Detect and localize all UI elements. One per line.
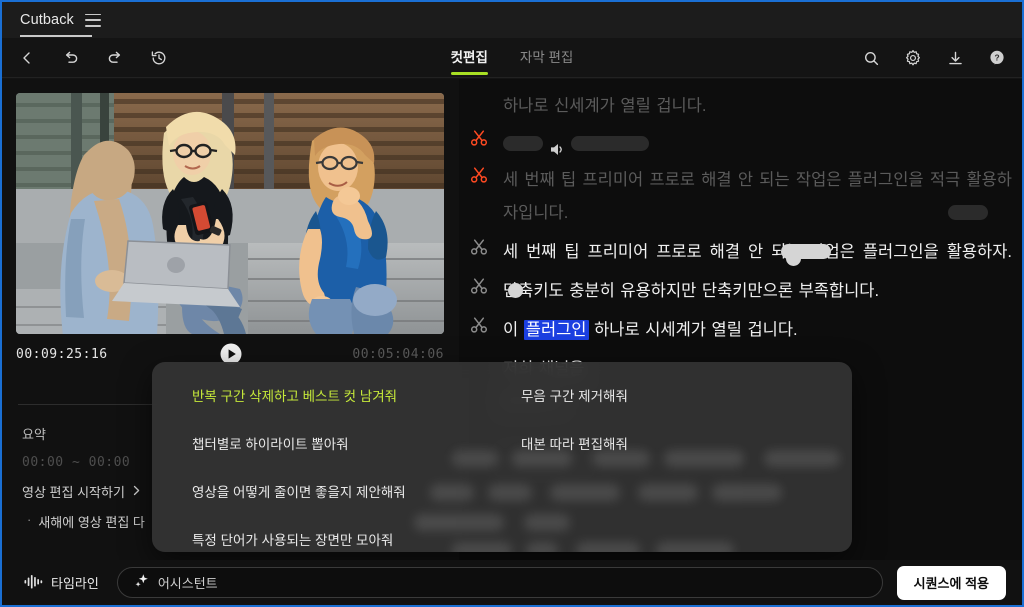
tab-subtitle-edit[interactable]: 자막 편집 <box>520 46 573 70</box>
bottom-bar: 타임라인 어시스턴트 시퀀스에 적용 <box>2 560 1022 605</box>
app-title: Cutback <box>20 12 74 28</box>
title-bar: Cutback <box>2 2 1022 38</box>
transcript-segment-prefix: 이 <box>503 321 524 339</box>
title-underline <box>20 35 92 37</box>
redacted-pill <box>948 205 988 221</box>
suggestion-item[interactable]: 특정 단어가 사용되는 장면만 모아줘 <box>178 524 497 552</box>
tab-cut-edit[interactable]: 컷편집 <box>450 46 489 75</box>
search-icon[interactable] <box>860 47 882 69</box>
scissors-icon[interactable] <box>465 79 493 123</box>
suggestion-item[interactable]: 영상을 어떻게 줄이면 좋을지 제안해줘 <box>178 476 497 506</box>
suggestion-item[interactable]: 대본 따라 편집해줘 <box>507 428 826 458</box>
transcript-line[interactable]: 이 플러그인 하나로 시세계가 열릴 겁니다. <box>465 312 1012 349</box>
assistant-suggestions-popup[interactable]: 반복 구간 삭제하고 베스트 컷 남겨줘 무음 구간 제거해줘 챕터별로 하이라… <box>152 362 852 552</box>
video-frame-image <box>16 93 444 334</box>
transcript-line[interactable] <box>465 125 1012 162</box>
transcript-line[interactable]: 가 하나로 신세계가 열릴 겁니다. <box>465 79 1012 125</box>
transcript-text-body <box>503 127 1012 160</box>
transcript-segment-suffix: 하나로 시세계가 열릴 겁니다. <box>588 321 798 339</box>
audio-icon <box>549 136 566 156</box>
transcript-line-text: 세 번째 팁 프리미어 프로로 해결 안 되는 작업은 플러그인을 적극 활용하… <box>503 171 1012 222</box>
suggestion-item-empty <box>507 524 826 552</box>
transcript-redacted-row <box>503 127 1012 160</box>
transcript-text-body: 가 하나로 신세계가 열릴 겁니다. <box>503 79 1012 123</box>
transcript-line-text: 세 번째 팁 프리미어 프로로 해결 안 되는 작업은 플러그인을 활용하자. <box>503 243 1012 261</box>
bullet-dot-icon: · <box>27 512 32 527</box>
redacted-pill <box>571 136 650 152</box>
hamburger-icon[interactable] <box>84 13 101 27</box>
assistant-input[interactable]: 어시스턴트 <box>116 567 883 598</box>
transcript-line-text: 단축키도 충분히 유용하지만 단축키만으론 부족합니다. <box>503 275 1012 308</box>
help-icon[interactable]: ? <box>986 47 1008 69</box>
suggestion-item[interactable]: 반복 구간 삭제하고 베스트 컷 남겨줘 <box>178 380 497 410</box>
total-timecode: 00:05:04:06 <box>352 346 444 362</box>
chevron-right-icon <box>132 484 141 499</box>
scissors-icon[interactable] <box>465 127 493 160</box>
cutback-app-window: Cutback 컷편집 자막 편집 ? 00:09:25:16 00:05:04… <box>0 0 1024 607</box>
transcript-line-text: 이 플러그인 하나로 시세계가 열릴 겁니다. <box>503 314 1012 347</box>
scissors-icon[interactable] <box>465 314 493 347</box>
toolbar-right-group: ? <box>860 38 1008 78</box>
transcript-segment: 단축키도 충분히 유용하지만 단축키만으론 부족합니다. <box>503 282 880 300</box>
waveform-icon <box>24 574 43 592</box>
toolbar: 컷편집 자막 편집 ? <box>2 38 1022 78</box>
sparkle-icon <box>134 573 149 593</box>
gear-icon[interactable] <box>902 47 924 69</box>
timeline-button[interactable]: 타임라인 <box>24 573 99 592</box>
suggestion-item-empty <box>507 476 826 506</box>
selected-word[interactable]: 플러그인 <box>523 320 589 340</box>
suggestion-item[interactable]: 챕터별로 하이라이트 뽑아줘 <box>178 428 497 458</box>
video-preview[interactable] <box>16 93 444 334</box>
assistant-placeholder: 어시스턴트 <box>157 576 218 591</box>
redacted-pill <box>503 136 543 152</box>
transcript-line-text: 하나로 신세계가 열릴 겁니다. <box>503 97 707 115</box>
summary-bullet-text: 새해에 영상 편집 다 <box>38 515 145 530</box>
start-editing-label: 영상 편집 시작하기 <box>22 485 125 500</box>
current-timecode: 00:09:25:16 <box>16 346 108 362</box>
transcript-text-body: 이 플러그인 하나로 시세계가 열릴 겁니다. <box>503 314 1012 347</box>
suggestion-item[interactable]: 무음 구간 제거해줘 <box>507 380 826 410</box>
timeline-label: 타임라인 <box>51 576 99 591</box>
svg-text:?: ? <box>994 53 999 63</box>
download-icon[interactable] <box>944 47 966 69</box>
apply-to-sequence-button[interactable]: 시퀀스에 적용 <box>896 565 1006 600</box>
